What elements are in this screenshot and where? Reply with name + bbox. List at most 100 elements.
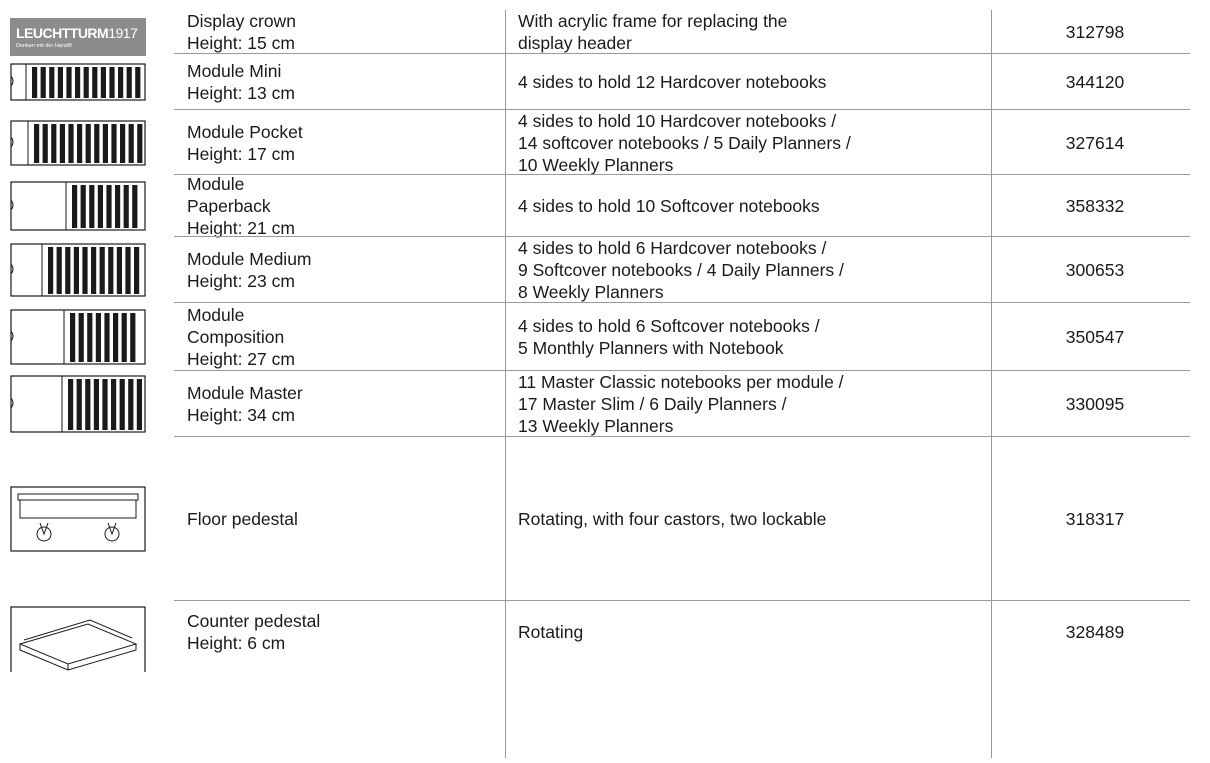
product-name-line: Display crown xyxy=(187,11,296,31)
product-name-line: Counter pedestal xyxy=(187,611,321,631)
table-row: Counter pedestal Height: 6 cm Rotating 3284… xyxy=(0,601,1210,758)
product-name-line: Module Medium xyxy=(187,249,312,269)
table-row: LEUCHTTURM1917 Denken mit der Hand® Displa… xyxy=(0,10,1210,56)
product-name-line: Module Master xyxy=(187,383,303,403)
article-number-lines: 328489 xyxy=(1066,621,1124,643)
product-description-line: 11 Master Classic notebooks per module / xyxy=(518,372,844,392)
product-name-line: Height: 27 cm xyxy=(187,349,295,369)
product-name: Counter pedestal Height: 6 cm xyxy=(187,601,487,663)
product-description-lines: 11 Master Classic notebooks per module /… xyxy=(518,371,844,437)
article-number-line: 312798 xyxy=(1065,22,1125,42)
product-description: 4 sides to hold 6 Softcover notebooks /5… xyxy=(518,303,978,371)
article-number-lines: 312798 xyxy=(1066,21,1124,43)
product-description-line: 13 Weekly Planners xyxy=(518,416,674,436)
floor-pedestal-icon xyxy=(10,486,146,552)
product-description-line: 4 sides to hold 10 Hardcover notebooks / xyxy=(518,110,837,131)
product-name-line: Paperback xyxy=(187,196,271,216)
logo-year: 1917 xyxy=(108,25,138,41)
product-name-lines: Module Medium Height: 23 cm xyxy=(187,248,312,292)
article-number-lines: 358332 xyxy=(1066,195,1124,217)
table-row: Module Mini Height: 13 cm 4 sides to hold … xyxy=(0,54,1210,110)
product-description-line: 10 Weekly Planners xyxy=(518,154,674,175)
product-name-line: Floor pedestal xyxy=(187,509,298,529)
product-description-line: display header xyxy=(518,33,632,53)
product-name-lines: Module Paperback Height: 21 cm xyxy=(187,173,295,239)
product-description-lines: 4 sides to hold 6 Softcover notebooks /5… xyxy=(518,315,820,359)
article-number-line: 327614 xyxy=(1065,132,1125,153)
table-row: Module Paperback Height: 21 cm 4 sides to h… xyxy=(0,173,1210,239)
logo-brand: LEUCHTTURM1917 xyxy=(16,25,138,41)
table-row: Module Composition Height: 27 cm 4 sides to… xyxy=(0,303,1210,371)
product-name: Module Mini Height: 13 cm xyxy=(187,54,487,110)
article-number: 350547 xyxy=(1000,303,1190,371)
product-description: 11 Master Classic notebooks per module /… xyxy=(518,371,978,437)
article-number-line: 350547 xyxy=(1065,327,1125,347)
product-name: Floor pedestal xyxy=(187,437,487,601)
product-description-line: 14 softcover notebooks / 5 Daily Planner… xyxy=(518,132,851,153)
product-description-line: 17 Master Slim / 6 Daily Planners / xyxy=(518,394,787,414)
product-name-line: Height: 17 cm xyxy=(187,143,295,164)
product-name-line: Height: 34 cm xyxy=(187,405,295,425)
product-description-lines: 4 sides to hold 12 Hardcover notebooks xyxy=(518,71,826,93)
article-number-lines: 344120 xyxy=(1066,71,1124,93)
leuchtturm-logo: LEUCHTTURM1917 Denken mit der Hand® xyxy=(10,18,146,56)
article-number: 312798 xyxy=(1000,10,1190,54)
product-description: With acrylic frame for replacing the disp… xyxy=(518,10,978,54)
product-description-line: 4 sides to hold 12 Hardcover notebooks xyxy=(518,72,827,92)
module-medium-icon xyxy=(10,243,146,297)
product-name-line: Height: 6 cm xyxy=(187,633,286,653)
product-description-line: 9 Softcover notebooks / 4 Daily Planners… xyxy=(518,260,844,280)
article-number-line: 328489 xyxy=(1065,622,1125,642)
module-composition-icon xyxy=(10,309,146,365)
article-number: 330095 xyxy=(1000,371,1190,437)
product-description: 4 sides to hold 6 Hardcover notebooks /9… xyxy=(518,237,978,303)
product-description-line: With acrylic frame for replacing the xyxy=(518,11,788,31)
table-row: Floor pedestal Rotating, with four castor… xyxy=(0,437,1210,601)
product-description: 4 sides to hold 10 Softcover notebooks xyxy=(518,175,978,237)
product-name-lines: Module Master Height: 34 cm xyxy=(187,382,303,426)
article-number: 358332 xyxy=(1000,175,1190,237)
product-name: Module Medium Height: 23 cm xyxy=(187,237,487,303)
table-row: Module Pocket Height: 17 cm 4 sides to hol… xyxy=(0,110,1210,175)
article-number: 318317 xyxy=(1000,437,1190,601)
product-name-lines: Module Composition Height: 27 cm xyxy=(187,304,295,370)
product-description-line: 4 sides to hold 6 Hardcover notebooks / xyxy=(518,238,827,258)
product-name: Module Pocket Height: 17 cm xyxy=(187,110,487,175)
article-number-line: 330095 xyxy=(1065,394,1125,414)
product-description: Rotating, with four castors, two lockabl… xyxy=(518,437,978,601)
product-name-lines: Module Mini Height: 13 cm xyxy=(187,60,295,104)
product-name-lines: Display crown Height: 15 cm xyxy=(187,10,296,54)
product-description-lines: Rotating, with four castors, two lockabl… xyxy=(518,508,826,530)
counter-pedestal-icon xyxy=(10,606,146,763)
product-description-line: 4 sides to hold 10 Softcover notebooks xyxy=(518,196,820,216)
article-number-line: 344120 xyxy=(1065,72,1125,92)
article-number: 328489 xyxy=(1000,601,1190,663)
product-name: Module Composition Height: 27 cm xyxy=(187,303,487,371)
product-description-lines: 4 sides to hold 10 Softcover notebooks xyxy=(518,195,820,217)
product-name: Module Master Height: 34 cm xyxy=(187,371,487,437)
table-row: Module Master Height: 34 cm 11 Master Clas… xyxy=(0,371,1210,437)
product-description-lines: 4 sides to hold 10 Hardcover notebooks /… xyxy=(518,110,851,176)
product-description-line: Rotating xyxy=(518,622,584,642)
module-pocket-icon xyxy=(10,120,146,166)
product-description-lines: Rotating xyxy=(518,621,583,643)
product-description: 4 sides to hold 12 Hardcover notebooks xyxy=(518,54,978,110)
article-number-lines: 300653 xyxy=(1066,259,1124,281)
product-description-line: 4 sides to hold 6 Softcover notebooks / xyxy=(518,316,820,336)
logo-brand-text: LEUCHTTURM xyxy=(16,25,109,41)
product-description: Rotating xyxy=(518,601,978,663)
product-name-line: Height: 23 cm xyxy=(187,271,295,291)
product-name-line: Module xyxy=(187,305,245,325)
article-number: 344120 xyxy=(1000,54,1190,110)
product-name-lines: Module Pocket Height: 17 cm xyxy=(187,121,303,165)
product-name: Module Paperback Height: 21 cm xyxy=(187,173,487,239)
product-name-line: Composition xyxy=(187,327,285,347)
product-name-line: Module xyxy=(187,174,245,194)
article-number-lines: 350547 xyxy=(1066,326,1124,348)
article-number-lines: 327614 xyxy=(1066,132,1124,154)
module-paperback-icon xyxy=(10,181,146,231)
article-number-lines: 318317 xyxy=(1066,508,1124,530)
product-description-lines: 4 sides to hold 6 Hardcover notebooks /9… xyxy=(518,237,844,303)
product-name-line: Module Pocket xyxy=(187,121,303,142)
logo-tagline: Denken mit der Hand® xyxy=(16,43,73,49)
